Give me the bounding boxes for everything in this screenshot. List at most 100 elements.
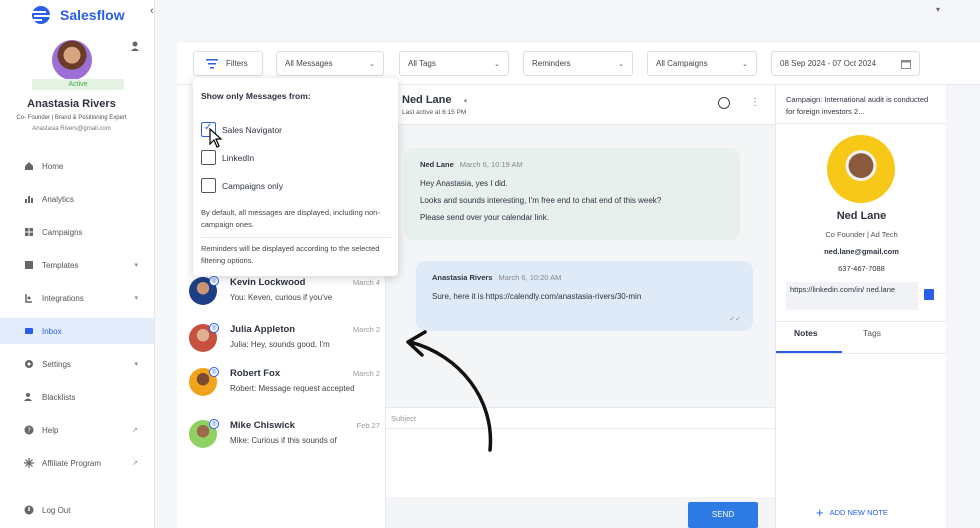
collapse-sidebar-icon[interactable]: ‹: [150, 5, 154, 17]
mute-icon[interactable]: 🔈︎: [464, 96, 469, 106]
sidebar-item-settings[interactable]: Settings ▾: [0, 351, 154, 377]
sidebar-item-help[interactable]: ? Help ↗: [0, 417, 154, 443]
svg-text:?: ?: [27, 427, 31, 435]
home-icon: [24, 161, 34, 171]
checkbox[interactable]: [201, 178, 216, 193]
list-item[interactable]: ◎ Julia Appleton March 2 Julia: Hey, sou…: [177, 319, 386, 367]
affiliate-icon: [24, 458, 34, 468]
sidebar-item-label: Campaigns: [42, 227, 83, 237]
help-icon: ?: [24, 425, 34, 435]
messages-select[interactable]: All Messages ⌄: [276, 51, 384, 76]
add-note-label: ADD NEW NOTE: [829, 508, 888, 517]
filters-label: Filters: [226, 59, 248, 68]
sidebar: Salesflow ‹ Active Anastasia Rivers Co- …: [0, 0, 155, 528]
avatar: [827, 135, 895, 203]
contact-name: Julia Appleton: [230, 324, 296, 335]
sidebar-item-blacklists[interactable]: Blacklists: [0, 384, 154, 410]
contact-email[interactable]: ned.lane@gmail.com: [776, 247, 947, 256]
date-range-picker[interactable]: 08 Sep 2024 - 07 Oct 2024: [771, 51, 920, 76]
send-button[interactable]: SEND: [688, 502, 758, 528]
sidebar-item-affiliate-program[interactable]: Affiliate Program ↗: [0, 450, 154, 476]
sidebar-item-label: Integrations: [42, 293, 84, 303]
message-line: Please send over your calendar link.: [420, 213, 549, 222]
list-item[interactable]: ◎ Mike Chiswick Feb 27 Mike: Curious if …: [177, 415, 386, 463]
annotation-arrow-icon: [406, 330, 493, 452]
filter-option-campaigns-only[interactable]: Campaigns only: [201, 178, 283, 193]
chevron-down-icon: ⌄: [494, 60, 500, 68]
logout-label: Log Out: [42, 505, 71, 515]
divider: [776, 353, 947, 354]
integrations-icon: [24, 293, 34, 303]
message-time: March 6, 10:20 AM: [498, 273, 562, 282]
sidebar-item-inbox[interactable]: Inbox: [0, 318, 154, 344]
logout-icon: [24, 505, 34, 515]
contact-name: Ned Lane: [836, 210, 887, 222]
message-sender: Anastasia Rivers: [432, 273, 493, 282]
tab-notes[interactable]: Notes: [794, 328, 818, 338]
salesflow-logo-icon: [28, 6, 52, 24]
dropdown-note: Reminders will be displayed according to…: [201, 244, 380, 265]
message-preview: Julia: Hey, sounds good, I'm: [230, 340, 330, 349]
linkedin-url[interactable]: https://linkedin.com/in/ ned.lane: [786, 282, 918, 310]
calendar-icon: [901, 59, 911, 69]
filter-option-linkedin[interactable]: LinkedIn: [201, 150, 254, 165]
external-link-icon: ↗: [132, 460, 138, 467]
chat-contact-name: Ned Lane: [402, 94, 452, 106]
tab-tags[interactable]: Tags: [863, 328, 881, 338]
inbox-icon: [24, 326, 34, 336]
sidebar-item-integrations[interactable]: Integrations ▾: [0, 285, 154, 311]
sidebar-item-label: Settings: [42, 359, 71, 369]
incoming-message: Ned Lane March 6, 10:19 AM Hey Anastasia,…: [404, 148, 740, 240]
profile-title: Co- Founder | Brand & Positioning Expert: [16, 115, 127, 121]
chevron-down-icon: ⌄: [369, 60, 375, 68]
checkbox[interactable]: [201, 150, 216, 165]
filters-button[interactable]: Filters: [193, 51, 263, 76]
message-date: Feb 27: [356, 421, 380, 430]
status-badge: Active: [32, 79, 124, 90]
messages-select-value: All Messages: [285, 59, 333, 68]
linkedin-badge-icon: ◎: [209, 419, 219, 429]
more-options-icon[interactable]: ⋮: [750, 97, 760, 108]
sidebar-item-label: Affiliate Program: [42, 458, 101, 468]
app-logo[interactable]: Salesflow: [26, 5, 125, 25]
dropdown-note: By default, all messages are displayed, …: [201, 208, 380, 229]
contact-name: Kevin Lockwood: [230, 277, 306, 288]
reminders-select[interactable]: Reminders ⌄: [523, 51, 633, 76]
chevron-down-icon[interactable]: ▾: [936, 5, 940, 14]
message-sender: Ned Lane: [420, 160, 454, 169]
copy-icon[interactable]: [924, 289, 934, 300]
linkedin-badge-icon: ◎: [209, 323, 219, 333]
sidebar-item-label: Blacklists: [42, 392, 76, 402]
campaigns-select[interactable]: All Campaigns ⌄: [647, 51, 757, 76]
list-item[interactable]: ◎ Kevin Lockwood March 4 You: Keven, cur…: [177, 272, 386, 320]
campaigns-select-value: All Campaigns: [656, 59, 708, 68]
tags-select[interactable]: All Tags ⌄: [399, 51, 509, 76]
linkedin-badge-icon: ◎: [209, 367, 219, 377]
add-note-button[interactable]: + ADD NEW NOTE: [816, 505, 888, 520]
reminders-select-value: Reminders: [532, 59, 571, 68]
sidebar-item-templates[interactable]: Templates ▾: [0, 252, 154, 278]
gear-icon: [24, 359, 34, 369]
contact-phone: 637-467-7088: [838, 264, 885, 273]
chevron-down-icon: ⌄: [742, 60, 748, 68]
sidebar-item-label: Home: [42, 161, 64, 171]
option-label: LinkedIn: [222, 152, 255, 163]
contact-title: Co Founder | Ad Tech: [825, 230, 898, 239]
logout-button[interactable]: Log Out: [0, 497, 154, 523]
option-label: Campaigns only: [222, 180, 283, 191]
sidebar-item-campaigns[interactable]: Campaigns: [0, 219, 154, 245]
list-item[interactable]: ◎ Robert Fox March 2 Robert: Message req…: [177, 363, 386, 411]
message-date: March 4: [352, 278, 380, 287]
sidebar-item-analytics[interactable]: Analytics: [0, 186, 154, 212]
reminder-clock-icon[interactable]: [718, 97, 730, 109]
contact-name: Mike Chiswick: [230, 420, 295, 431]
option-label: Sales Navigator: [222, 124, 283, 135]
background-strip: [946, 85, 980, 528]
mouse-cursor-icon: [209, 128, 223, 148]
switch-user-icon[interactable]: [130, 40, 142, 52]
chevron-down-icon: ⌄: [618, 60, 624, 68]
campaign-name: Campaign: International audit is conduct…: [786, 95, 929, 116]
sidebar-item-home[interactable]: Home: [0, 153, 154, 179]
chevron-down-icon: ▾: [134, 361, 138, 368]
profile-email: Anastasia Rivers@gmail.com: [32, 126, 111, 132]
